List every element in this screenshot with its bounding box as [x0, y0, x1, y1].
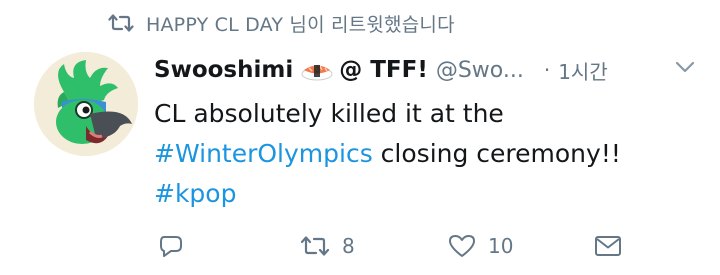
tweet[interactable]: Swooshimi @ TFF! @Swo... · 1시간 CL absolu… [154, 52, 702, 214]
separator-dot: · [543, 58, 551, 82]
retweet-icon [108, 14, 134, 32]
chevron-down-icon[interactable] [674, 60, 696, 74]
tweet-actions: 8 10 [154, 228, 634, 264]
retweet-icon [300, 236, 330, 256]
display-name-suffix[interactable]: @ TFF! [339, 57, 428, 83]
user-handle[interactable]: @Swo... [436, 58, 524, 83]
reply-icon [160, 236, 182, 257]
display-name[interactable]: Swooshimi [154, 57, 293, 83]
heart-icon [449, 235, 475, 257]
tweet-header: Swooshimi @ TFF! @Swo... · 1시간 [154, 52, 702, 88]
retweeted-by-banner[interactable]: HAPPY CL DAY 님이 리트윗했습니다 [108, 8, 455, 38]
sushi-icon [301, 65, 333, 81]
hashtag-link[interactable]: #WinterOlympics [154, 139, 373, 168]
avatar-image [34, 52, 138, 156]
tweet-text-part: closing ceremony!! [372, 139, 621, 168]
envelope-icon [595, 236, 621, 256]
tweet-text: CL absolutely killed it at the #WinterOl… [154, 94, 702, 214]
direct-message-button[interactable] [594, 228, 622, 264]
retweet-button[interactable]: 8 [300, 228, 355, 264]
like-button[interactable]: 10 [448, 228, 513, 264]
like-count: 10 [488, 234, 514, 258]
retweet-count: 8 [342, 234, 355, 258]
retweeted-by-text[interactable]: HAPPY CL DAY 님이 리트윗했습니다 [146, 10, 455, 37]
hashtag-link[interactable]: #kpop [154, 179, 236, 208]
tweet-text-part: CL absolutely killed it at the [154, 99, 504, 128]
tweet-timestamp[interactable]: 1시간 [558, 56, 608, 85]
reply-button[interactable] [158, 228, 184, 264]
avatar[interactable] [34, 52, 138, 156]
